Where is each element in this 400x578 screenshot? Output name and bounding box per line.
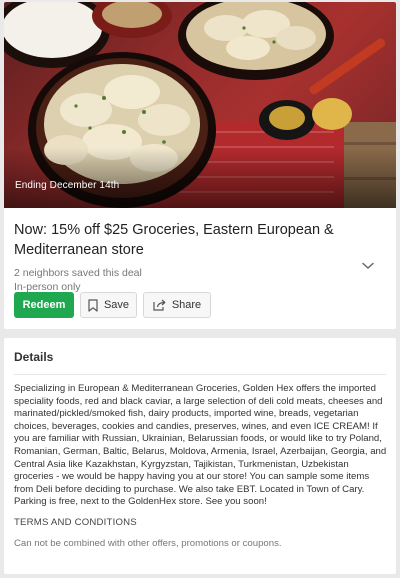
saved-count: 2 neighbors saved this deal — [14, 267, 142, 279]
deal-title: Now: 15% off $25 Groceries, Eastern Euro… — [14, 222, 334, 258]
deal-info: Now: 15% off $25 Groceries, Eastern Euro… — [4, 208, 396, 294]
share-icon — [153, 299, 166, 311]
ending-date-badge: Ending December 14th — [15, 180, 120, 191]
deal-actions: Redeem Save Share — [14, 292, 211, 318]
redeem-button[interactable]: Redeem — [14, 292, 74, 318]
share-button[interactable]: Share — [143, 292, 211, 318]
share-label: Share — [171, 299, 202, 311]
redeem-label: Redeem — [22, 299, 66, 311]
deal-hero-image[interactable]: Ending December 14th — [4, 2, 396, 208]
save-label: Save — [103, 299, 130, 311]
bookmark-icon — [88, 298, 98, 312]
save-button[interactable]: Save — [80, 292, 137, 318]
terms-text: Can not be combined with other offers, p… — [14, 537, 282, 549]
deal-card: Ending December 14th Now: 15% off $25 Gr… — [4, 2, 396, 329]
page: Ending December 14th Now: 15% off $25 Gr… — [0, 0, 400, 578]
chevron-down-icon[interactable] — [362, 262, 374, 270]
details-heading: Details — [14, 350, 54, 364]
terms-heading: TERMS AND CONDITIONS — [14, 516, 137, 528]
hero-gradient — [4, 148, 396, 208]
details-body: Specializing in European & Mediterranean… — [14, 383, 387, 508]
details-divider — [14, 374, 386, 375]
details-card: Details Specializing in European & Medit… — [4, 338, 396, 574]
